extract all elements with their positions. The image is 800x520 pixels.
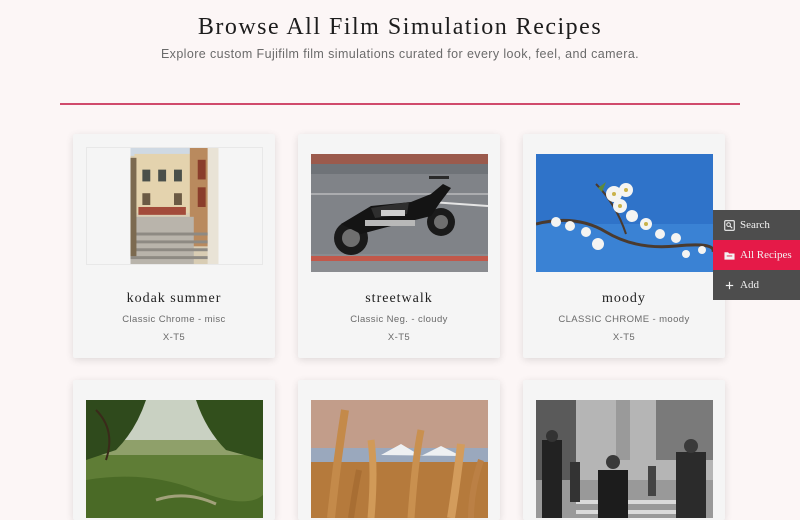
recipe-card[interactable]: [298, 380, 500, 520]
recipe-card[interactable]: kodak summer Classic Chrome - misc X-T5: [73, 134, 275, 358]
recipe-title: streetwalk: [365, 291, 433, 306]
recipe-card[interactable]: [73, 380, 275, 520]
recipe-photo: [536, 154, 713, 272]
recipe-camera: X-T5: [387, 332, 411, 343]
nav-item-all-recipes[interactable]: All Recipes: [713, 240, 800, 270]
side-nav: Search All Recipes Add: [713, 210, 800, 300]
nav-item-label: All Recipes: [740, 249, 792, 261]
recipe-meta: Classic Neg. - cloudy: [350, 314, 448, 325]
header-divider: [60, 103, 740, 105]
recipe-photo: [311, 400, 488, 518]
recipe-meta: CLASSIC CHROME - moody: [558, 314, 690, 325]
recipe-card[interactable]: streetwalk Classic Neg. - cloudy X-T5: [298, 134, 500, 358]
nav-item-label: Add: [740, 279, 759, 291]
nav-item-label: Search: [740, 219, 770, 231]
recipe-title: kodak summer: [126, 291, 222, 306]
recipe-card[interactable]: moody CLASSIC CHROME - moody X-T5: [523, 134, 725, 358]
recipe-meta: Classic Chrome - misc: [122, 314, 226, 325]
nav-item-add[interactable]: Add: [713, 270, 800, 300]
recipe-title: moody: [602, 291, 646, 306]
folder-icon: [724, 251, 735, 260]
recipe-photo: [536, 400, 713, 518]
search-icon: [724, 219, 735, 231]
page-title: Browse All Film Simulation Recipes: [197, 14, 603, 40]
nav-item-search[interactable]: Search: [713, 210, 800, 240]
recipe-photo: [311, 154, 488, 272]
recipe-camera: X-T5: [162, 332, 186, 343]
recipe-camera: X-T5: [612, 332, 636, 343]
recipe-photo: [86, 400, 263, 518]
recipe-card[interactable]: [523, 380, 725, 520]
plus-icon: [725, 281, 734, 289]
page-subtitle: Explore custom Fujifilm film simulations…: [160, 47, 640, 61]
recipe-photo: [86, 147, 263, 265]
